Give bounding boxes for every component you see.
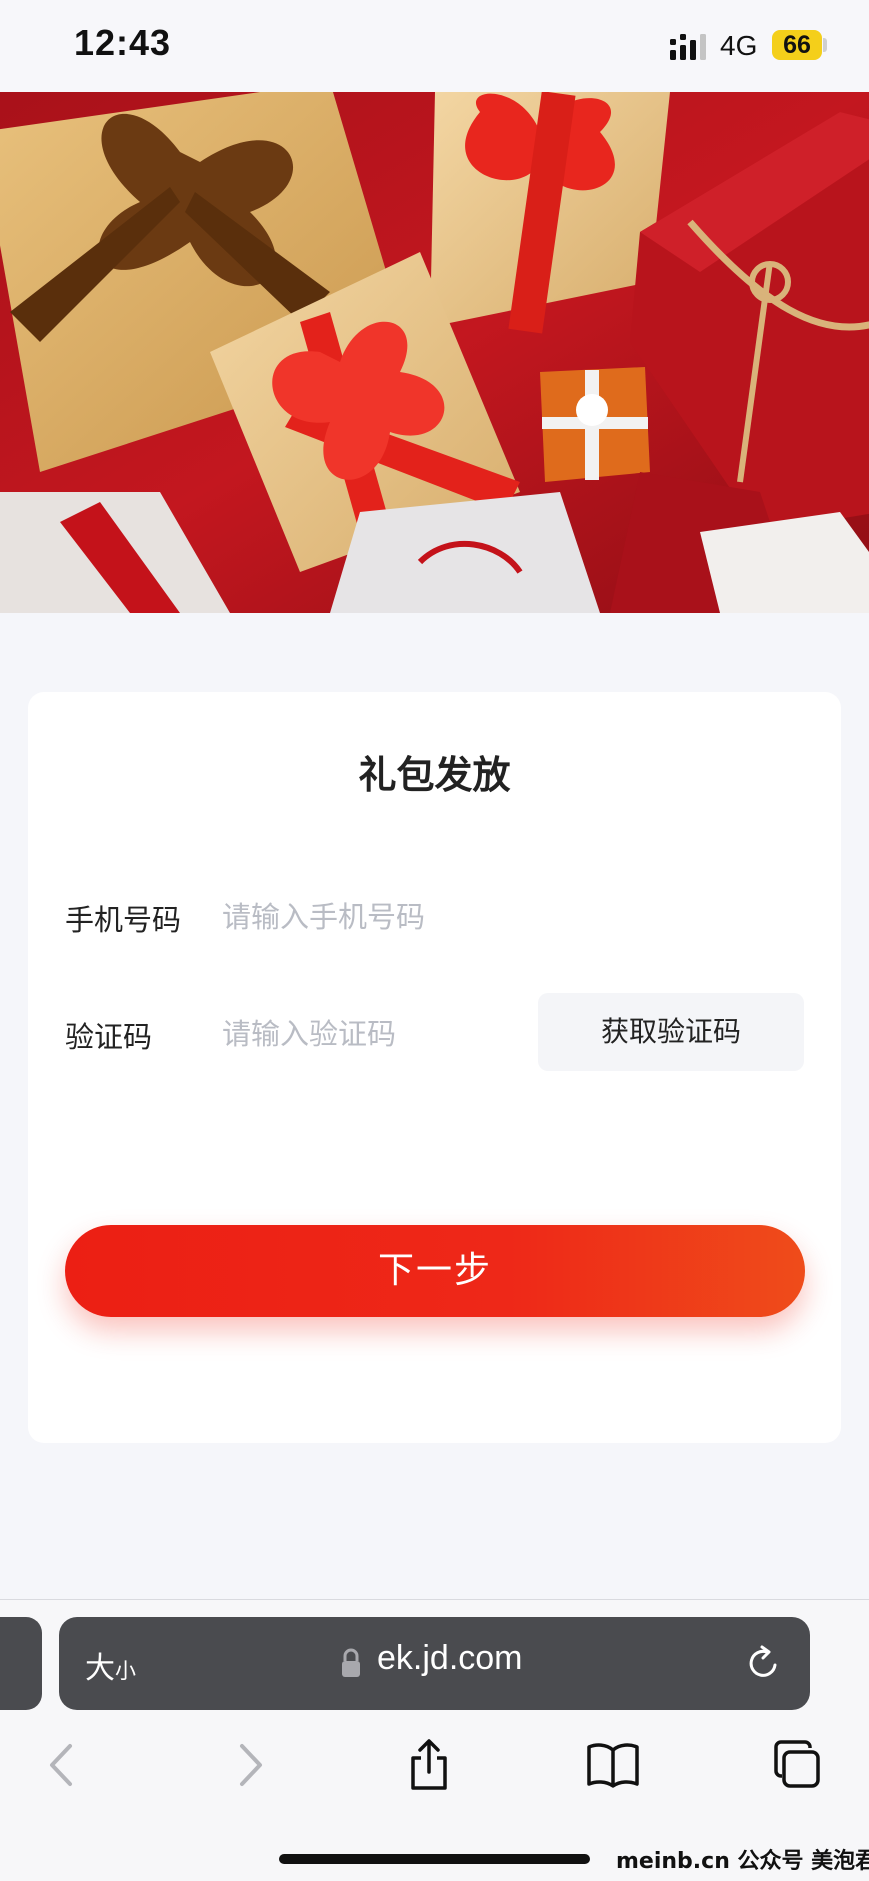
next-step-button[interactable]: 下一步: [65, 1225, 805, 1317]
text-size-large: 大: [85, 1651, 115, 1686]
page-title: 礼包发放: [358, 753, 511, 797]
share-icon[interactable]: [402, 1738, 456, 1792]
hero-banner: [0, 92, 869, 613]
text-size-small: 小: [115, 1659, 136, 1683]
watermark-text: meinb.cn 公众号 美泡君: [616, 1849, 869, 1874]
phone-input[interactable]: [222, 897, 782, 937]
lock-icon: [342, 1648, 360, 1677]
address-bar[interactable]: 大小 ek.jd.com: [59, 1617, 810, 1710]
battery-indicator: 66: [772, 30, 822, 60]
forward-icon[interactable]: [222, 1738, 276, 1792]
verification-code-input[interactable]: [222, 1014, 522, 1054]
gift-form-card: 礼包发放 手机号码 验证码 获取验证码 下一步: [28, 692, 841, 1443]
home-indicator: [279, 1854, 590, 1864]
gift-boxes-image: [0, 92, 869, 613]
reload-icon[interactable]: [745, 1645, 781, 1681]
network-type: 4G: [720, 30, 758, 61]
back-icon[interactable]: [36, 1738, 90, 1792]
signal-icon: [670, 34, 706, 60]
text-size-button[interactable]: 大小: [85, 1643, 136, 1687]
bookmarks-icon[interactable]: [586, 1738, 640, 1792]
phone-label: 手机号码: [65, 903, 182, 937]
code-label: 验证码: [65, 1020, 153, 1054]
status-time: 12:43: [74, 22, 172, 63]
url-text: ek.jd.com: [377, 1639, 523, 1677]
previous-tab-preview[interactable]: [0, 1617, 42, 1710]
get-code-button[interactable]: 获取验证码: [538, 993, 804, 1071]
tabs-icon[interactable]: [770, 1738, 824, 1792]
battery-nub: [823, 38, 827, 52]
status-bar: 12:43 4G 66: [0, 0, 869, 92]
